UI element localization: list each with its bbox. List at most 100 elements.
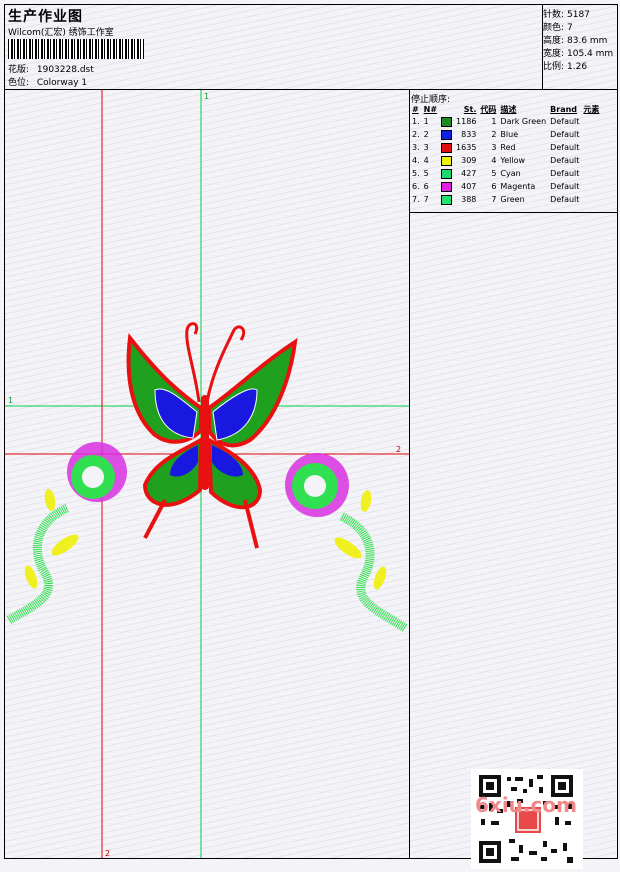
row-element [581,128,601,141]
row-stitches: 407 [461,182,477,191]
row-element [581,167,601,180]
sheet-header: 生产作业图 Wilcom(汇宏) 绣饰工作室 花版: 1903228.dst 色… [5,5,617,90]
table-row: 3. 3 1635 3 Red Default [410,141,601,154]
row-needle: 7 [423,195,429,204]
row-element [581,154,601,167]
left-leaf-2 [24,565,38,589]
header-info: 生产作业图 Wilcom(汇宏) 绣饰工作室 花版: 1903228.dst 色… [5,5,543,89]
row-swatch [439,128,454,141]
guide-label-green-horizontal: 1 [8,396,13,405]
column-header-description: 描述 [500,104,517,114]
row-needle: 1 [423,117,429,126]
sheet-body: 1 1 2 2 停止顺序: # N# St. 代码 描述 Brand 元素 1.… [5,90,617,869]
row-element [581,180,601,193]
left-vine-stem [6,503,70,624]
column-header-index: # [412,104,419,114]
guide-label-red-vertical: 2 [105,849,110,858]
row-code: 6 [491,182,497,191]
embroidery-canvas: 1 1 2 2 [5,90,409,858]
guide-label-red-horizontal: 2 [396,445,401,454]
row-stitches: 388 [461,195,477,204]
row-swatch [439,167,454,180]
color-swatch [441,116,453,127]
column-header-brand: Brand [550,104,578,114]
qr-code [471,769,583,869]
row-index: 1. [412,117,420,126]
table-header-row: # N# St. 代码 描述 Brand 元素 [410,103,601,115]
row-element [581,115,601,128]
row-description: Cyan [500,169,521,178]
stat-scale: 比例: 1.26 [543,62,588,72]
colorway-value: Colorway 1 [36,78,88,88]
right-leaf-2 [373,566,387,590]
row-stitches: 833 [461,130,477,139]
row-code: 4 [491,156,497,165]
stop-sequence-table: # N# St. 代码 描述 Brand 元素 1. 1 1186 1 Dark Gre… [410,103,601,206]
left-vine-motif [6,442,127,624]
row-brand: Default [550,130,580,139]
design-file-row: 花版: 1903228.dst [8,62,94,75]
row-code: 7 [491,195,497,204]
row-stitches: 1186 [456,117,477,126]
row-swatch [439,193,454,206]
row-code: 5 [491,169,497,178]
row-swatch [439,154,454,167]
row-needle: 6 [423,182,429,191]
stat-stitches: 针数: 5187 [543,10,590,20]
barcode [8,39,144,59]
row-index: 4. [412,156,420,165]
row-needle: 5 [423,169,429,178]
butterfly-left-tail [143,499,167,539]
row-swatch [439,141,454,154]
table-row: 7. 7 388 7 Green Default [410,193,601,206]
design-file-label: 花版: [8,65,30,75]
left-leaf-1 [51,534,79,556]
table-row: 1. 1 1186 1 Dark Green Default [410,115,601,128]
column-header-number: N# [423,104,438,114]
row-description: Green [500,195,525,204]
table-row: 4. 4 309 4 Yellow Default [410,154,601,167]
row-brand: Default [550,182,580,191]
stat-height: 高度: 83.6 mm [543,36,608,46]
qr-code-image [471,769,583,869]
butterfly-motif [126,322,298,549]
colorway-label: 色位: [8,78,30,88]
row-index: 7. [412,195,420,204]
row-stitches: 1635 [456,143,477,152]
row-description: Yellow [500,156,526,165]
stat-colors: 颜色: 7 [543,23,573,33]
color-swatch [441,142,453,153]
row-description: Red [500,143,516,152]
color-swatch [441,168,453,179]
column-header-code: 代码 [480,104,497,114]
row-brand: Default [550,143,580,152]
row-swatch [439,180,454,193]
row-stitches: 309 [461,156,477,165]
stop-sequence-panel: 停止顺序: # N# St. 代码 描述 Brand 元素 1. 1 1186 1 Da… [410,90,617,213]
color-swatch [441,129,453,140]
butterfly-left-antenna [185,322,201,403]
column-header-element: 元素 [583,104,600,114]
left-flower-center [82,466,104,488]
color-swatch [441,194,453,205]
row-description: Magenta [500,182,536,191]
color-swatch [441,155,453,166]
row-stitches: 427 [461,169,477,178]
row-element [581,193,601,206]
row-needle: 3 [423,143,429,152]
row-element [581,141,601,154]
design-file-value: 1903228.dst [36,65,94,75]
row-index: 3. [412,143,420,152]
table-row: 6. 6 407 6 Magenta Default [410,180,601,193]
right-leaf-3 [360,490,372,512]
row-brand: Default [550,195,580,204]
row-brand: Default [550,169,580,178]
column-header-stitches: St. [463,104,477,114]
watermark-text: 6xiu.com [475,793,577,817]
stat-width: 宽度: 105.4 mm [543,49,614,59]
row-code: 1 [491,117,497,126]
guide-label-green-vertical: 1 [204,92,209,101]
right-flower-center [304,475,326,497]
row-index: 2. [412,130,420,139]
sheet-title: 生产作业图 [8,9,83,25]
